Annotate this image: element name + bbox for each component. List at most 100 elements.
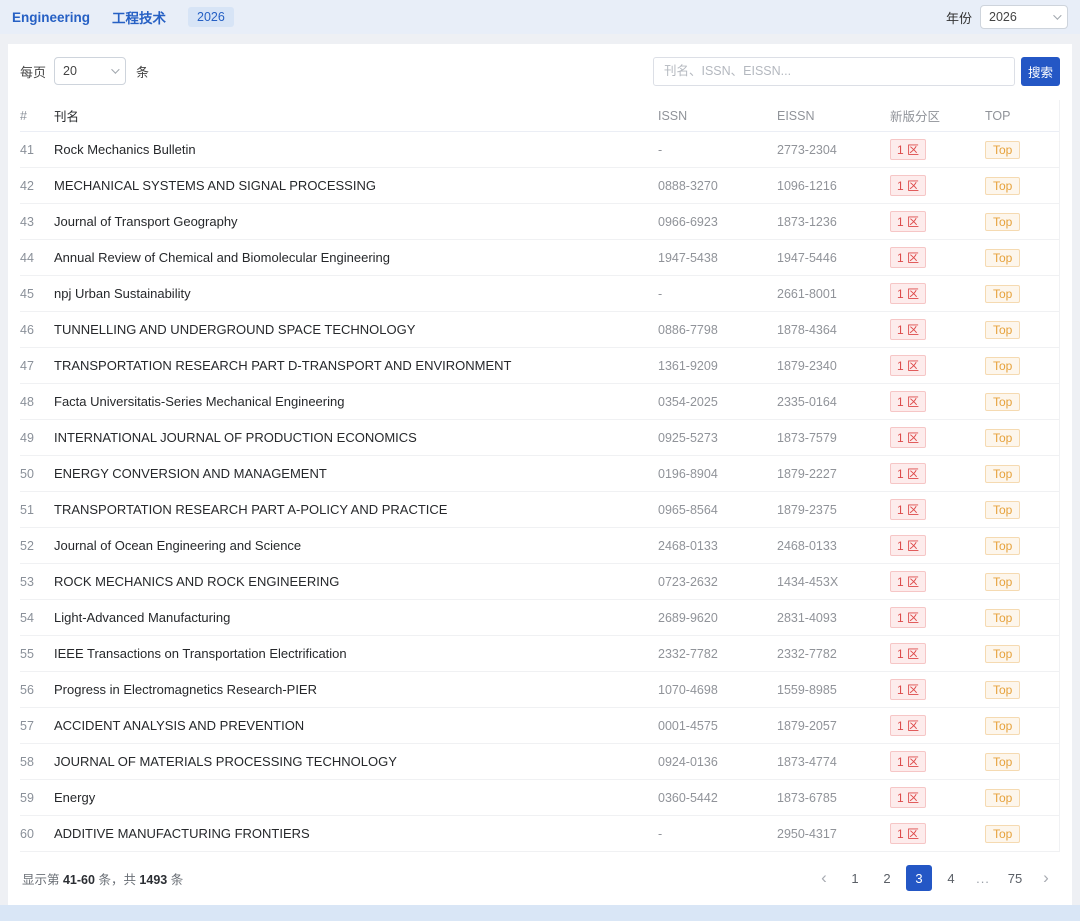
pagination-ellipsis[interactable]: ... [970,865,996,891]
journal-name[interactable]: Annual Review of Chemical and Biomolecul… [54,250,658,265]
journal-name[interactable]: IEEE Transactions on Transportation Elec… [54,646,658,661]
partition-cell: 1 区 [890,535,985,556]
row-number: 47 [20,359,54,373]
table-row[interactable]: 48Facta Universitatis-Series Mechanical … [20,384,1059,420]
table-header-row: # 刊名 ISSN EISSN 新版分区 TOP [20,100,1059,132]
issn-value: 1361-9209 [658,359,777,373]
top-badge: Top [985,825,1020,843]
table-row[interactable]: 45npj Urban Sustainability-2661-80011 区T… [20,276,1059,312]
journal-list-card: 每页 20 条 搜索 # 刊名 ISSN EISSN 新版分区 TOP 41Ro… [8,44,1072,906]
partition-cell: 1 区 [890,175,985,196]
partition-badge: 1 区 [890,211,926,232]
partition-cell: 1 区 [890,823,985,844]
category-tab-gongchengjishu[interactable]: 工程技术 [112,7,166,27]
year-label: 年份 [946,8,972,27]
category-tab-engineering[interactable]: Engineering [12,10,90,25]
journal-name[interactable]: Light-Advanced Manufacturing [54,610,658,625]
row-number: 58 [20,755,54,769]
table-row[interactable]: 54Light-Advanced Manufacturing2689-96202… [20,600,1059,636]
per-page-label: 每页 [20,62,46,81]
journal-name[interactable]: ENERGY CONVERSION AND MANAGEMENT [54,466,658,481]
eissn-value: 2661-8001 [777,287,890,301]
table-row[interactable]: 46TUNNELLING AND UNDERGROUND SPACE TECHN… [20,312,1059,348]
partition-badge: 1 区 [890,499,926,520]
journal-name[interactable]: TUNNELLING AND UNDERGROUND SPACE TECHNOL… [54,322,658,337]
summary-prefix: 显示第 [22,873,63,887]
eissn-value: 1879-2057 [777,719,890,733]
eissn-value: 1878-4364 [777,323,890,337]
table-row[interactable]: 55IEEE Transactions on Transportation El… [20,636,1059,672]
col-header-eissn: EISSN [777,109,890,123]
table-row[interactable]: 43Journal of Transport Geography0966-692… [20,204,1059,240]
search-input[interactable] [653,57,1015,86]
table-row[interactable]: 41Rock Mechanics Bulletin-2773-23041 区To… [20,132,1059,168]
journal-name[interactable]: ACCIDENT ANALYSIS AND PREVENTION [54,718,658,733]
page-button[interactable]: 2 [874,865,900,891]
table-row[interactable]: 50ENERGY CONVERSION AND MANAGEMENT0196-8… [20,456,1059,492]
page-button[interactable]: 1 [842,865,868,891]
table-row[interactable]: 52Journal of Ocean Engineering and Scien… [20,528,1059,564]
top-badge: Top [985,537,1020,555]
issn-value: - [658,143,777,157]
table-row[interactable]: 56Progress in Electromagnetics Research-… [20,672,1059,708]
table-row[interactable]: 60ADDITIVE MANUFACTURING FRONTIERS-2950-… [20,816,1059,852]
issn-value: 0966-6923 [658,215,777,229]
table-row[interactable]: 47TRANSPORTATION RESEARCH PART D-TRANSPO… [20,348,1059,384]
top-cell: Top [985,213,1059,231]
partition-cell: 1 区 [890,283,985,304]
issn-value: 2689-9620 [658,611,777,625]
table-row[interactable]: 42MECHANICAL SYSTEMS AND SIGNAL PROCESSI… [20,168,1059,204]
table-row[interactable]: 59Energy0360-54421873-67851 区Top [20,780,1059,816]
journal-name[interactable]: ROCK MECHANICS AND ROCK ENGINEERING [54,574,658,589]
col-header-top: TOP [985,109,1059,123]
issn-value: 1070-4698 [658,683,777,697]
table-row[interactable]: 57ACCIDENT ANALYSIS AND PREVENTION0001-4… [20,708,1059,744]
row-number: 50 [20,467,54,481]
partition-badge: 1 区 [890,751,926,772]
top-badge: Top [985,789,1020,807]
page-button[interactable]: 3 [906,865,932,891]
journal-name[interactable]: npj Urban Sustainability [54,286,658,301]
table-row[interactable]: 51TRANSPORTATION RESEARCH PART A-POLICY … [20,492,1059,528]
top-badge: Top [985,753,1020,771]
partition-badge: 1 区 [890,607,926,628]
page-button[interactable]: 4 [938,865,964,891]
row-number: 51 [20,503,54,517]
table-row[interactable]: 49INTERNATIONAL JOURNAL OF PRODUCTION EC… [20,420,1059,456]
journal-name[interactable]: TRANSPORTATION RESEARCH PART D-TRANSPORT… [54,358,658,373]
per-page-value: 20 [63,64,77,78]
year-select[interactable]: 2026 [980,5,1068,29]
journal-name[interactable]: Energy [54,790,658,805]
partition-badge: 1 区 [890,139,926,160]
summary-mid: 条，共 [95,873,139,887]
partition-cell: 1 区 [890,355,985,376]
page-button[interactable]: 75 [1002,865,1028,891]
journal-name[interactable]: Journal of Transport Geography [54,214,658,229]
eissn-value: 2332-7782 [777,647,890,661]
table-row[interactable]: 58JOURNAL OF MATERIALS PROCESSING TECHNO… [20,744,1059,780]
search-button[interactable]: 搜索 [1021,57,1060,86]
top-cell: Top [985,321,1059,339]
toolbar: 每页 20 条 搜索 [20,56,1060,86]
journal-name[interactable]: TRANSPORTATION RESEARCH PART A-POLICY AN… [54,502,658,517]
row-number: 48 [20,395,54,409]
eissn-value: 2950-4317 [777,827,890,841]
journal-name[interactable]: Rock Mechanics Bulletin [54,142,658,157]
journal-name[interactable]: Facta Universitatis-Series Mechanical En… [54,394,658,409]
prev-page-icon[interactable]: ‹ [812,865,836,891]
bottom-bar [0,905,1080,921]
journal-name[interactable]: Journal of Ocean Engineering and Science [54,538,658,553]
journal-name[interactable]: Progress in Electromagnetics Research-PI… [54,682,658,697]
journal-name[interactable]: MECHANICAL SYSTEMS AND SIGNAL PROCESSING [54,178,658,193]
journal-name[interactable]: ADDITIVE MANUFACTURING FRONTIERS [54,826,658,841]
table-row[interactable]: 44Annual Review of Chemical and Biomolec… [20,240,1059,276]
issn-value: - [658,827,777,841]
next-page-icon[interactable]: › [1034,865,1058,891]
journal-name[interactable]: JOURNAL OF MATERIALS PROCESSING TECHNOLO… [54,754,658,769]
top-cell: Top [985,501,1059,519]
journal-name[interactable]: INTERNATIONAL JOURNAL OF PRODUCTION ECON… [54,430,658,445]
top-badge: Top [985,393,1020,411]
table-row[interactable]: 53ROCK MECHANICS AND ROCK ENGINEERING072… [20,564,1059,600]
year-tag[interactable]: 2026 [188,7,234,27]
per-page-select[interactable]: 20 [54,57,126,85]
